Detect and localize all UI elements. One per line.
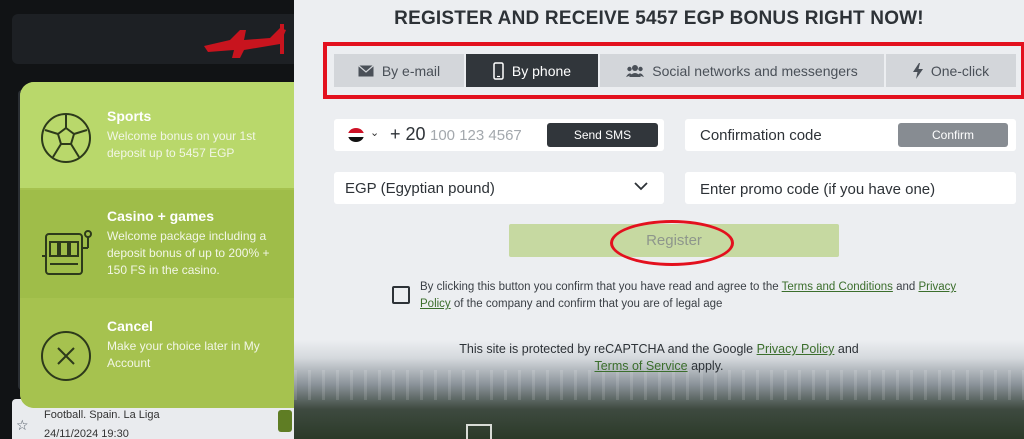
- google-terms-link[interactable]: Terms of Service: [594, 359, 687, 373]
- send-sms-button[interactable]: Send SMS: [547, 123, 658, 147]
- egypt-flag-icon[interactable]: [348, 128, 364, 142]
- soccer-ball-icon: [41, 113, 91, 163]
- slot-machine-icon: [42, 230, 92, 275]
- lightning-icon: [912, 62, 923, 79]
- goal-post: [466, 424, 492, 439]
- close-circle-icon: [41, 331, 91, 381]
- agreement-text-part: of the company and confirm that you are …: [453, 298, 723, 310]
- chevron-down-icon[interactable]: ⌄: [370, 126, 379, 139]
- tab-label: By e-mail: [381, 62, 441, 79]
- page-title: REGISTER AND RECEIVE 5457 EGP BONUS RIGH…: [394, 8, 924, 29]
- captcha-text-part: and: [837, 342, 859, 356]
- agreement-text: By clicking this button you confirm that…: [420, 279, 960, 313]
- tab-label: By phone: [511, 62, 572, 79]
- bonus-description: Make your choice later in My Account: [107, 339, 260, 370]
- registration-tabs: By e-mail By phone Social networks and m…: [334, 54, 1016, 87]
- people-icon: [626, 65, 645, 77]
- tab-by-phone[interactable]: By phone: [466, 54, 598, 87]
- promo-code-field[interactable]: [685, 172, 1016, 204]
- phone-field[interactable]: ⌄ + 20 Send SMS: [334, 119, 664, 151]
- promo-code-input[interactable]: [700, 179, 1000, 199]
- phone-input[interactable]: [430, 125, 542, 145]
- event-datetime: 24/11/2024 19:30: [44, 428, 129, 439]
- event-league: Football. Spain. La Liga: [44, 409, 160, 421]
- currency-select[interactable]: EGP (Egyptian pound): [334, 172, 664, 204]
- register-highlight-circle: [610, 220, 734, 266]
- airplane-icon: [204, 24, 286, 58]
- bonus-description: Welcome package including a deposit bonu…: [107, 229, 270, 277]
- confirm-button[interactable]: Confirm: [898, 123, 1008, 147]
- tab-by-email[interactable]: By e-mail: [334, 54, 464, 87]
- tab-label: One-click: [930, 62, 990, 79]
- tab-one-click[interactable]: One-click: [886, 54, 1016, 87]
- tab-social-networks[interactable]: Social networks and messengers: [600, 54, 884, 87]
- terms-link[interactable]: Terms and Conditions: [782, 281, 893, 293]
- dial-code: + 20: [390, 124, 426, 144]
- registration-form: REGISTER AND RECEIVE 5457 EGP BONUS RIGH…: [294, 0, 1024, 439]
- bonus-description: Welcome bonus on your 1st deposit up to …: [107, 129, 256, 160]
- star-icon[interactable]: ☆: [16, 417, 29, 434]
- bonus-title: Sports: [107, 108, 152, 124]
- confirmation-code-field[interactable]: Confirmation code Confirm: [685, 119, 1016, 151]
- bonus-selection-panel: Sports Welcome bonus on your 1st deposit…: [20, 82, 294, 408]
- bonus-title: Casino + games: [107, 208, 214, 224]
- phone-icon: [493, 61, 504, 80]
- bonus-option-sports[interactable]: Sports Welcome bonus on your 1st deposit…: [20, 82, 294, 188]
- recaptcha-notice: This site is protected by reCAPTCHA and …: [294, 341, 1024, 375]
- captcha-text-part: apply.: [691, 359, 724, 373]
- agreement-text-part: and: [896, 281, 916, 293]
- bonus-option-casino[interactable]: Casino + games Welcome package including…: [20, 190, 294, 298]
- odds-chip[interactable]: [278, 410, 292, 432]
- chevron-down-icon: [634, 182, 648, 191]
- bonus-title: Cancel: [107, 318, 153, 334]
- agreement-text-part: By clicking this button you confirm that…: [420, 281, 779, 293]
- envelope-icon: [357, 64, 374, 76]
- captcha-text-part: This site is protected by reCAPTCHA and …: [459, 342, 754, 356]
- confirmation-code-label: Confirmation code: [700, 127, 822, 144]
- tab-label: Social networks and messengers: [652, 62, 858, 79]
- currency-value: EGP (Egyptian pound): [345, 180, 495, 197]
- agree-checkbox[interactable]: [392, 286, 410, 304]
- google-privacy-link[interactable]: Privacy Policy: [757, 342, 835, 356]
- bonus-option-cancel[interactable]: Cancel Make your choice later in My Acco…: [20, 300, 294, 408]
